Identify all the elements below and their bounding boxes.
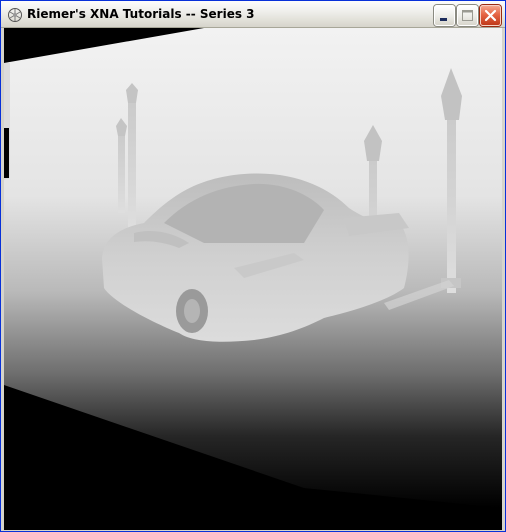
window-border-right [502,28,505,531]
minimize-button[interactable] [434,5,455,26]
title-bar[interactable]: Riemer's XNA Tutorials -- Series 3 [1,1,505,28]
maximize-button[interactable] [457,5,478,26]
close-icon [484,9,497,22]
render-viewport[interactable] [4,28,502,530]
window-title: Riemer's XNA Tutorials -- Series 3 [27,7,255,21]
maximize-icon [462,10,473,21]
xna-app-icon [8,8,22,22]
close-button[interactable] [480,5,501,26]
depth-scene [4,28,502,530]
app-window: Riemer's XNA Tutorials -- Series 3 [0,0,506,532]
minimize-icon [440,18,447,21]
